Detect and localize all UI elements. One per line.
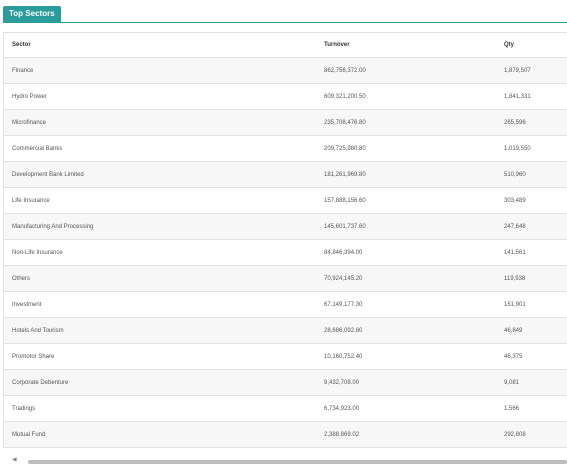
cell-sector: Tradings (4, 395, 316, 422)
cell-qty: 1,879,507 (496, 57, 567, 84)
cell-qty: 292,808 (496, 421, 567, 448)
chevron-left-icon[interactable]: ◀ (12, 457, 22, 464)
cell-qty: 1,841,331 (496, 83, 567, 110)
table-row[interactable]: Life Insurance 157,888,156.60 303,489 (4, 187, 567, 214)
cell-sector: Microfinance (4, 109, 316, 136)
cell-turnover: 209,725,980.80 (316, 135, 496, 162)
cell-qty: 510,960 (496, 161, 567, 188)
column-header-turnover[interactable]: Turnover (316, 32, 496, 58)
cell-turnover: 157,888,156.60 (316, 187, 496, 214)
table-row[interactable]: Hydro Power 609,321,200.50 1,841,331 (4, 83, 567, 110)
cell-sector: Manufacturing And Processing (4, 213, 316, 240)
cell-sector: Investment (4, 291, 316, 318)
column-header-qty[interactable]: Qty (496, 32, 567, 58)
cell-turnover: 70,924,145.20 (316, 265, 496, 292)
cell-sector: Corporate Debenture (4, 369, 316, 396)
table-body: Finance 862,756,372.00 1,879,507 Hydro Powe… (4, 57, 567, 448)
cell-turnover: 28,686,092.80 (316, 317, 496, 344)
cell-turnover: 67,149,177.30 (316, 291, 496, 318)
cell-qty: 1,019,550 (496, 135, 567, 162)
table-row[interactable]: Development Bank Limited 181,261,969.80 51… (4, 161, 567, 188)
cell-sector: Hotels And Tourism (4, 317, 316, 344)
cell-qty: 265,596 (496, 109, 567, 136)
sectors-table: Sector Turnover Qty Finance 862,756,372.0… (4, 32, 567, 448)
cell-sector: Promotor Share (4, 343, 316, 370)
cell-turnover: 10,160,752.40 (316, 343, 496, 370)
cell-turnover: 9,432,708.00 (316, 369, 496, 396)
cell-sector: Development Bank Limited (4, 161, 316, 188)
cell-sector: Life Insurance (4, 187, 316, 214)
cell-sector: Non-Life Insurance (4, 239, 316, 266)
table-row[interactable]: Finance 862,756,372.00 1,879,507 (4, 57, 567, 84)
cell-qty: 151,901 (496, 291, 567, 318)
table-row[interactable]: Non-Life Insurance 84,846,394.00 141,561 (4, 239, 567, 266)
table-row[interactable]: Commercial Banks 209,725,980.80 1,019,550 (4, 135, 567, 162)
column-header-sector[interactable]: Sector (4, 32, 316, 58)
horizontal-scrollbar[interactable] (28, 460, 567, 464)
table-row[interactable]: Microfinance 235,708,476.80 265,596 (4, 109, 567, 136)
table-row[interactable]: Hotels And Tourism 28,686,092.80 46,849 (4, 317, 567, 344)
cell-sector: Others (4, 265, 316, 292)
tab-bar: Top Sectors (3, 6, 567, 23)
table-header-row: Sector Turnover Qty (4, 32, 567, 58)
cell-qty: 46,375 (496, 343, 567, 370)
cell-turnover: 862,756,372.00 (316, 57, 496, 84)
cell-qty: 119,938 (496, 265, 567, 292)
cell-turnover: 181,261,969.80 (316, 161, 496, 188)
cell-turnover: 609,321,200.50 (316, 83, 496, 110)
cell-sector: Hydro Power (4, 83, 316, 110)
cell-turnover: 2,388,869.02 (316, 421, 496, 448)
table-row[interactable]: Promotor Share 10,160,752.40 46,375 (4, 343, 567, 370)
table-row[interactable]: Corporate Debenture 9,432,708.00 9,081 (4, 369, 567, 396)
cell-sector: Mutual Fund (4, 421, 316, 448)
cell-sector: Finance (4, 57, 316, 84)
cell-qty: 141,561 (496, 239, 567, 266)
table-row[interactable]: Tradings 6,734,923.00 1,566 (4, 395, 567, 422)
cell-qty: 247,648 (496, 213, 567, 240)
cell-qty: 9,081 (496, 369, 567, 396)
cell-turnover: 235,708,476.80 (316, 109, 496, 136)
sectors-table-container: Sector Turnover Qty Finance 862,756,372.0… (3, 32, 567, 448)
cell-qty: 303,489 (496, 187, 567, 214)
table-row[interactable]: Investment 67,149,177.30 151,901 (4, 291, 567, 318)
table-row[interactable]: Others 70,924,145.20 119,938 (4, 265, 567, 292)
cell-turnover: 6,734,923.00 (316, 395, 496, 422)
cell-qty: 1,566 (496, 395, 567, 422)
table-row[interactable]: Mutual Fund 2,388,869.02 292,808 (4, 421, 567, 448)
cell-qty: 46,849 (496, 317, 567, 344)
cell-sector: Commercial Banks (4, 135, 316, 162)
tab-top-sectors[interactable]: Top Sectors (3, 6, 61, 22)
table-row[interactable]: Manufacturing And Processing 145,601,737.… (4, 213, 567, 240)
cell-turnover: 84,846,394.00 (316, 239, 496, 266)
cell-turnover: 145,601,737.60 (316, 213, 496, 240)
